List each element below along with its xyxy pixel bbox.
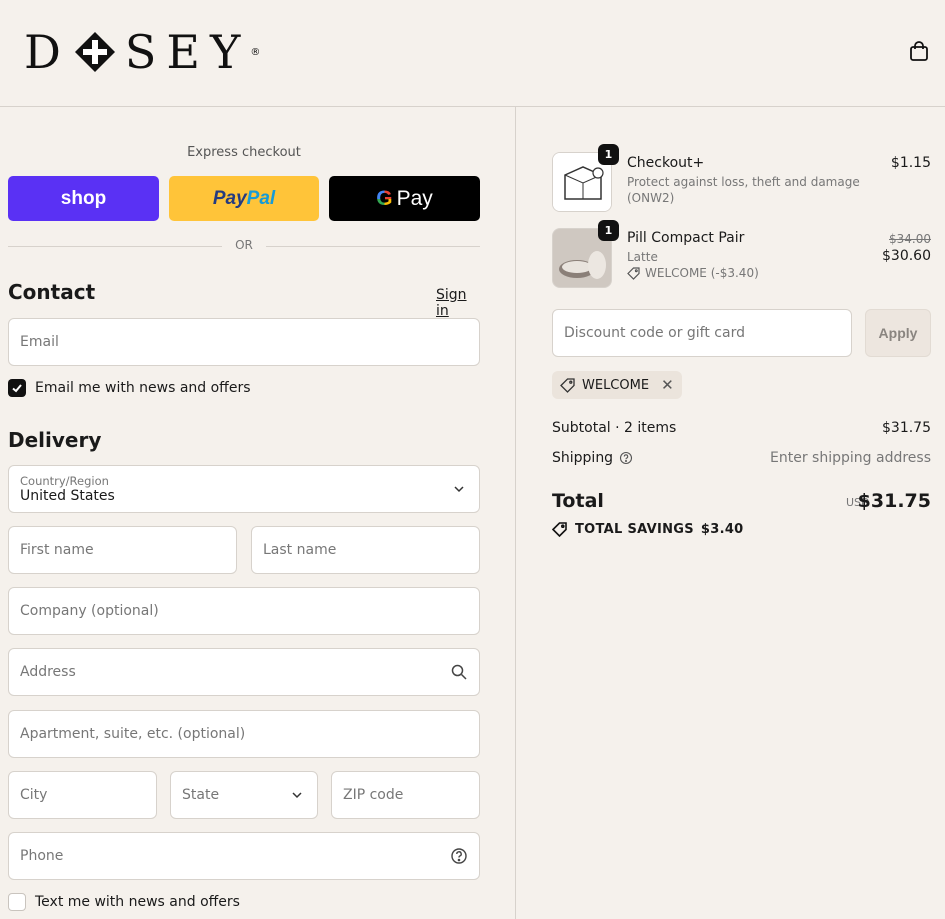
delivery-title: Delivery	[8, 428, 102, 452]
header: D SEY ®	[0, 0, 945, 107]
search-icon[interactable]	[450, 663, 468, 681]
email-news-checkbox[interactable]	[8, 379, 26, 397]
quantity-badge: 1	[598, 220, 619, 241]
close-icon[interactable]: ✕	[661, 376, 674, 394]
applied-discount-code: WELCOME	[582, 377, 650, 393]
tag-icon	[627, 266, 640, 280]
text-news-checkbox[interactable]	[8, 893, 26, 911]
item-discount-label: WELCOME (-$3.40)	[645, 266, 759, 280]
shop-pay-button[interactable]: shop	[8, 176, 159, 221]
total-savings: TOTAL SAVINGS $3.40	[552, 522, 744, 537]
country-label: Country/Region	[20, 474, 109, 488]
item-name: Pill Compact Pair	[627, 230, 745, 246]
country-value: United States	[20, 488, 115, 504]
address-placeholder: Address	[20, 664, 76, 680]
cart-item: 1 Pill Compact Pair Latte WELCOME (-$3.4…	[552, 220, 931, 288]
express-checkout-title: Express checkout	[187, 145, 301, 160]
country-select[interactable]: Country/Region United States	[8, 465, 480, 513]
checkmark-icon	[12, 384, 22, 393]
apartment-placeholder: Apartment, suite, etc. (optional)	[20, 726, 246, 742]
discount-placeholder: Discount code or gift card	[564, 325, 745, 341]
total-savings-label: TOTAL SAVINGS	[575, 522, 694, 537]
or-line-right	[266, 246, 480, 247]
contact-title: Contact	[8, 280, 96, 304]
info-icon[interactable]	[619, 451, 633, 465]
item-code: (ONW2)	[627, 191, 675, 205]
item-variant: Latte	[627, 250, 658, 264]
paypal-button[interactable]: Pay Pal	[169, 176, 319, 221]
quantity-badge: 1	[598, 144, 619, 165]
shopping-bag-icon[interactable]	[908, 40, 930, 62]
logo-letters: SEY	[124, 25, 251, 79]
subtotal-label: Subtotal · 2 items	[552, 420, 677, 436]
item-price: $30.60	[882, 248, 931, 264]
last-name-placeholder: Last name	[263, 542, 337, 558]
column-divider	[515, 107, 516, 919]
paypal-label-b: Pal	[246, 187, 276, 209]
city-field[interactable]: City	[8, 771, 157, 819]
chevron-down-icon	[292, 792, 302, 799]
chevron-down-icon	[454, 486, 464, 493]
company-placeholder: Company (optional)	[20, 603, 159, 619]
phone-placeholder: Phone	[20, 848, 64, 864]
text-news-checkbox-row[interactable]: Text me with news and offers	[8, 893, 240, 911]
applied-discount-chip: WELCOME ✕	[552, 371, 682, 399]
shipping-label: Shipping	[552, 450, 614, 466]
shipping-value: Enter shipping address	[770, 450, 931, 466]
sign-in-link[interactable]: Sign in	[436, 287, 480, 319]
zip-field[interactable]: ZIP code	[331, 771, 480, 819]
phone-field[interactable]: Phone	[8, 832, 480, 880]
registered-mark: ®	[250, 47, 261, 58]
state-placeholder: State	[182, 787, 220, 803]
google-g-icon: G	[376, 186, 393, 210]
subtotal-value: $31.75	[882, 420, 931, 436]
cross-logo-icon	[74, 32, 115, 72]
apply-discount-button[interactable]: Apply	[865, 309, 931, 357]
or-label: OR	[235, 238, 253, 252]
city-placeholder: City	[20, 787, 48, 803]
first-name-field[interactable]: First name	[8, 526, 237, 574]
total-label: Total	[552, 490, 604, 512]
help-circle-icon[interactable]	[450, 847, 468, 865]
item-old-price: $34.00	[889, 232, 931, 246]
email-placeholder: Email	[20, 334, 59, 350]
company-field[interactable]: Company (optional)	[8, 587, 480, 635]
email-news-checkbox-row[interactable]: Email me with news and offers	[8, 379, 251, 397]
cart-item: 1 Checkout+ Protect against loss, theft …	[552, 144, 931, 212]
state-select[interactable]: State	[170, 771, 318, 819]
item-price: $1.15	[890, 155, 931, 171]
subtotal-row: Subtotal · 2 items $31.75	[552, 420, 931, 436]
last-name-field[interactable]: Last name	[251, 526, 480, 574]
text-news-label: Text me with news and offers	[35, 894, 240, 910]
tag-icon	[552, 522, 567, 537]
item-discount: WELCOME (-$3.40)	[627, 265, 759, 281]
logo-letter-d: D	[24, 25, 71, 79]
or-divider: OR	[8, 238, 480, 254]
shop-pay-label: shop	[60, 187, 107, 209]
shipping-row: Shipping Enter shipping address	[552, 450, 931, 466]
total-savings-value: $3.40	[700, 522, 744, 537]
brand-logo[interactable]: D SEY ®	[24, 28, 260, 76]
address-field[interactable]: Address	[8, 648, 480, 696]
discount-code-input[interactable]: Discount code or gift card	[552, 309, 852, 357]
zip-placeholder: ZIP code	[343, 787, 404, 803]
total-value: $31.75	[857, 490, 931, 512]
first-name-placeholder: First name	[20, 542, 94, 558]
google-pay-label: Pay	[396, 186, 433, 210]
tag-icon	[560, 377, 575, 393]
email-news-label: Email me with news and offers	[35, 380, 251, 396]
email-field[interactable]: Email	[8, 318, 480, 366]
item-description: Protect against loss, theft and damage	[627, 175, 860, 189]
item-name: Checkout+	[627, 155, 705, 171]
google-pay-button[interactable]: G Pay	[329, 176, 480, 221]
shipping-label-wrap: Shipping	[552, 450, 633, 466]
paypal-label-a: Pay	[212, 187, 247, 209]
apartment-field[interactable]: Apartment, suite, etc. (optional)	[8, 710, 480, 758]
